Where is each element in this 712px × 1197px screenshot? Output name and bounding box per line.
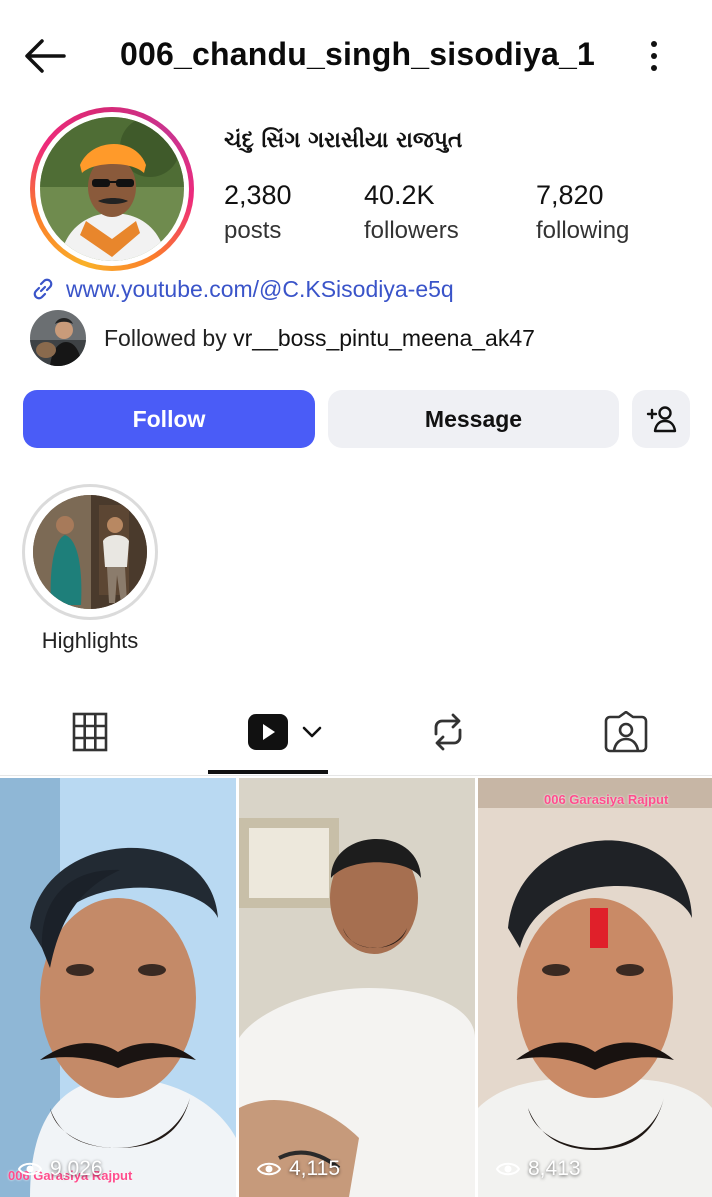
followed-by-prefix: Followed by xyxy=(104,324,234,351)
suggest-people-button[interactable] xyxy=(632,390,690,448)
profile-username: 006_chandu_singh_sisodiya_1 xyxy=(120,36,595,72)
followers-label: followers xyxy=(364,217,459,244)
add-person-icon xyxy=(646,406,677,433)
following-stat[interactable]: 7,820 following xyxy=(536,180,629,245)
message-button[interactable]: Message xyxy=(328,390,619,448)
profile-link[interactable]: www.youtube.com/@C.KSisodiya-e5q xyxy=(30,272,454,306)
highlight-cover xyxy=(33,495,147,609)
reel-tile[interactable]: 006 Garasiya Rajput 8,413 xyxy=(478,778,712,1197)
followed-by-row[interactable]: Followed by vr__boss_pintu_meena_ak47 xyxy=(30,310,535,366)
profile-full-name: ચંદુ સિંગ ગરાસીયા રાજપુત xyxy=(224,128,463,153)
reel-view-count: 4,115 xyxy=(289,1157,340,1180)
tagged-person-icon xyxy=(604,711,648,753)
followers-stat[interactable]: 40.2K followers xyxy=(364,180,459,245)
profile-link-text[interactable]: www.youtube.com/@C.KSisodiya-e5q xyxy=(66,276,454,303)
reel-tile[interactable]: 006 Garasiya Rajput 9,026 xyxy=(0,778,236,1197)
reels-icon xyxy=(248,714,288,750)
following-label: following xyxy=(536,217,630,244)
link-icon xyxy=(33,278,53,300)
grid-icon xyxy=(72,712,108,752)
eye-icon xyxy=(18,1162,42,1176)
profile-avatar xyxy=(40,117,184,261)
tab-reposts[interactable] xyxy=(418,708,478,756)
eye-icon xyxy=(496,1162,520,1176)
more-options-icon[interactable] xyxy=(640,38,668,74)
reel-caption: 006 Garasiya Rajput xyxy=(544,792,669,807)
follow-button[interactable]: Follow xyxy=(23,390,315,448)
reel-view-count: 9,026 xyxy=(50,1157,103,1180)
posts-count: 2,380 xyxy=(224,180,292,210)
tab-reels[interactable] xyxy=(240,708,330,756)
posts-stat: 2,380 posts xyxy=(224,180,292,245)
highlight-label: Highlights xyxy=(41,628,139,653)
back-arrow-icon[interactable] xyxy=(22,36,68,76)
reel-view-count: 8,413 xyxy=(528,1157,581,1180)
following-count: 7,820 xyxy=(536,180,604,210)
eye-icon xyxy=(257,1162,281,1176)
posts-label: posts xyxy=(224,217,282,244)
reel-tile[interactable]: 4,115 xyxy=(239,778,475,1197)
followed-by-text: Followed by vr__boss_pintu_meena_ak47 xyxy=(104,325,535,352)
tab-tagged[interactable] xyxy=(596,708,656,756)
reel-views: 9,026 xyxy=(18,1157,103,1181)
reel-views: 4,115 xyxy=(257,1157,340,1181)
highlight-item[interactable]: Highlights xyxy=(22,484,158,653)
tab-posts-grid[interactable] xyxy=(60,708,120,756)
follower-avatar xyxy=(30,310,86,366)
highlight-ring xyxy=(22,484,158,620)
profile-header: 006_chandu_singh_sisodiya_1 xyxy=(0,0,712,110)
chevron-down-icon xyxy=(302,726,322,738)
reels-grid: 006 Garasiya Rajput 9,026 4,115 006 Gara… xyxy=(0,778,712,1197)
followed-by-username[interactable]: vr__boss_pintu_meena_ak47 xyxy=(233,325,535,351)
followers-count: 40.2K xyxy=(364,180,435,210)
repost-icon xyxy=(434,713,462,751)
reel-views: 8,413 xyxy=(496,1157,581,1181)
active-tab-indicator xyxy=(208,770,328,774)
profile-avatar-story-ring[interactable] xyxy=(30,107,194,271)
profile-tabs xyxy=(0,690,712,776)
